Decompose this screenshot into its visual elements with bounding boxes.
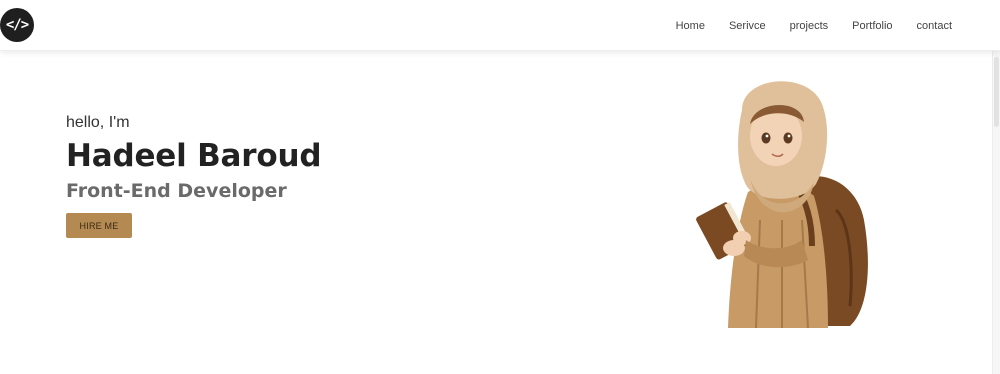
hero-greeting: hello, I'm	[66, 114, 130, 131]
hero-name: Hadeel Baroud	[66, 138, 322, 174]
nav-links: Home Serivce projects Portfolio contact	[676, 0, 952, 51]
page-scrollbar[interactable]	[992, 51, 1000, 374]
nav-link-projects[interactable]: projects	[790, 20, 829, 32]
nav-link-portfolio[interactable]: Portfolio	[852, 20, 892, 32]
navbar: </> Home Serivce projects Portfolio cont…	[0, 0, 1000, 51]
code-brackets-icon[interactable]: </>	[0, 8, 34, 42]
nav-link-home[interactable]: Home	[676, 20, 705, 32]
nav-link-contact[interactable]: contact	[917, 20, 952, 32]
nav-link-service[interactable]: Serivce	[729, 20, 766, 32]
hero-intro: hello, I'm Hadeel Baroud Front-End Devel…	[66, 114, 322, 238]
hero-role: Front-End Developer	[66, 180, 287, 202]
hero-illustration	[696, 81, 868, 329]
hire-me-button[interactable]: HIRE ME	[66, 213, 132, 238]
scrollbar-thumb[interactable]	[994, 57, 999, 127]
